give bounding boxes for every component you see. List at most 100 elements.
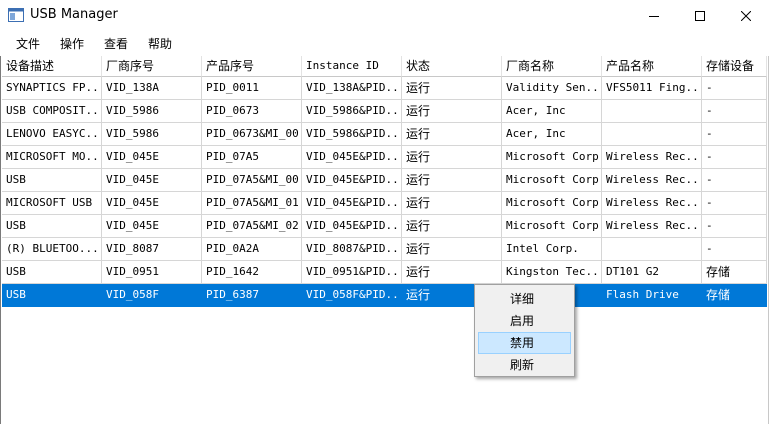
cell-product-name: [602, 238, 702, 261]
cell-vendor-name: Acer, Inc: [502, 100, 602, 123]
menu-bar: 文件 操作 查看 帮助: [0, 32, 769, 54]
cell-device-description: USB: [2, 215, 102, 238]
title-bar: USB Manager: [0, 0, 769, 31]
cell-product-id: PID_0011: [202, 77, 302, 100]
cell-vendor-name: Kingston Tec...: [502, 261, 602, 284]
cell-device-description: USB: [2, 284, 102, 307]
cell-product-id: PID_07A5&MI_00: [202, 169, 302, 192]
cell-product-name: Wireless Rec...: [602, 169, 702, 192]
cell-storage-device: -: [702, 146, 767, 169]
cell-vendor-id: VID_045E: [102, 146, 202, 169]
column-header-status[interactable]: 状态: [402, 56, 502, 77]
maximize-icon: [695, 10, 705, 21]
menu-help[interactable]: 帮助: [148, 35, 172, 52]
cell-storage-device: -: [702, 169, 767, 192]
close-icon: [741, 10, 751, 21]
cell-device-description: SYNAPTICS FP...: [2, 77, 102, 100]
context-menu: 详细 启用 禁用 刷新: [474, 284, 575, 377]
cell-device-description: USB COMPOSIT...: [2, 100, 102, 123]
cell-device-description: MICROSOFT MO...: [2, 146, 102, 169]
cell-storage-device: 存储: [702, 261, 767, 284]
menu-view[interactable]: 查看: [104, 35, 128, 52]
cell-vendor-name: Intel Corp.: [502, 238, 602, 261]
cell-storage-device: 存储: [702, 284, 767, 307]
table-row[interactable]: SYNAPTICS FP... VID_138A PID_0011 VID_138A&…: [2, 77, 767, 100]
cell-storage-device: -: [702, 192, 767, 215]
table-row[interactable]: (R) BLUETOO... VID_8087 PID_0A2A VID_8087&P…: [2, 238, 767, 261]
table-row[interactable]: MICROSOFT MO... VID_045E PID_07A5 VID_045E&…: [2, 146, 767, 169]
cell-vendor-id: VID_8087: [102, 238, 202, 261]
cell-instance-id: VID_045E&PID...: [302, 169, 402, 192]
cell-product-id: PID_0673: [202, 100, 302, 123]
minimize-button[interactable]: [631, 0, 677, 31]
device-grid[interactable]: 设备描述 厂商序号 产品序号 Instance ID 状态 厂商名称 产品名称 存储设备 SY…: [0, 56, 769, 424]
cell-status: 运行: [402, 192, 502, 215]
column-header-vendor-name[interactable]: 厂商名称: [502, 56, 602, 77]
cell-product-id: PID_6387: [202, 284, 302, 307]
column-header-instance-id[interactable]: Instance ID: [302, 56, 402, 77]
cell-device-description: USB: [2, 169, 102, 192]
column-header-device-description[interactable]: 设备描述: [2, 56, 102, 77]
cell-instance-id: VID_045E&PID...: [302, 215, 402, 238]
context-item-enable[interactable]: 启用: [478, 310, 571, 332]
close-button[interactable]: [723, 0, 769, 31]
column-header-product-id[interactable]: 产品序号: [202, 56, 302, 77]
window-title: USB Manager: [30, 7, 118, 22]
cell-instance-id: VID_045E&PID...: [302, 192, 402, 215]
cell-vendor-id: VID_045E: [102, 192, 202, 215]
cell-product-name: Flash Drive: [602, 284, 702, 307]
column-header-storage-device[interactable]: 存储设备: [702, 56, 767, 77]
cell-vendor-id: VID_058F: [102, 284, 202, 307]
cell-device-description: (R) BLUETOO...: [2, 238, 102, 261]
cell-vendor-name: Microsoft Corp.: [502, 169, 602, 192]
table-row[interactable]: USB COMPOSIT... VID_5986 PID_0673 VID_5986&…: [2, 100, 767, 123]
cell-product-name: DT101 G2: [602, 261, 702, 284]
cell-product-name: Wireless Rec...: [602, 146, 702, 169]
app-icon: [8, 8, 24, 22]
menu-action[interactable]: 操作: [60, 35, 84, 52]
table-row[interactable]: LENOVO EASYC... VID_5986 PID_0673&MI_00 VID…: [2, 123, 767, 146]
cell-vendor-name: Microsoft Corp.: [502, 215, 602, 238]
table-row[interactable]: USB VID_045E PID_07A5&MI_00 VID_045E&PID...…: [2, 169, 767, 192]
cell-storage-device: -: [702, 77, 767, 100]
cell-storage-device: -: [702, 238, 767, 261]
cell-product-id: PID_07A5&MI_01: [202, 192, 302, 215]
cell-status: 运行: [402, 169, 502, 192]
cell-product-name: Wireless Rec...: [602, 215, 702, 238]
cell-vendor-name: Validity Sen...: [502, 77, 602, 100]
cell-device-description: USB: [2, 261, 102, 284]
cell-product-id: PID_0A2A: [202, 238, 302, 261]
menu-file[interactable]: 文件: [16, 35, 40, 52]
cell-instance-id: VID_138A&PID...: [302, 77, 402, 100]
maximize-button[interactable]: [677, 0, 723, 31]
table-row[interactable]: USB VID_0951 PID_1642 VID_0951&PID... 运行 King…: [2, 261, 767, 284]
table-row[interactable]: USB VID_045E PID_07A5&MI_02 VID_045E&PID...…: [2, 215, 767, 238]
cell-instance-id: VID_5986&PID...: [302, 100, 402, 123]
cell-status: 运行: [402, 215, 502, 238]
cell-vendor-id: VID_045E: [102, 215, 202, 238]
cell-instance-id: VID_8087&PID...: [302, 238, 402, 261]
cell-product-name: [602, 100, 702, 123]
table-row[interactable]: MICROSOFT USB VID_045E PID_07A5&MI_01 VID_0…: [2, 192, 767, 215]
cell-status: 运行: [402, 146, 502, 169]
grid-header: 设备描述 厂商序号 产品序号 Instance ID 状态 厂商名称 产品名称 存储设备: [2, 56, 767, 79]
cell-product-id: PID_07A5: [202, 146, 302, 169]
cell-instance-id: VID_045E&PID...: [302, 146, 402, 169]
cell-vendor-name: Microsoft Corp.: [502, 146, 602, 169]
cell-status: 运行: [402, 77, 502, 100]
cell-device-description: LENOVO EASYC...: [2, 123, 102, 146]
cell-status: 运行: [402, 100, 502, 123]
cell-product-id: PID_0673&MI_00: [202, 123, 302, 146]
cell-vendor-id: VID_045E: [102, 169, 202, 192]
context-item-disable[interactable]: 禁用: [478, 332, 571, 354]
context-item-refresh[interactable]: 刷新: [478, 354, 571, 376]
cell-vendor-name: Microsoft Corp.: [502, 192, 602, 215]
column-header-product-name[interactable]: 产品名称: [602, 56, 702, 77]
cell-storage-device: -: [702, 215, 767, 238]
cell-device-description: MICROSOFT USB: [2, 192, 102, 215]
cell-vendor-id: VID_5986: [102, 100, 202, 123]
column-header-vendor-id[interactable]: 厂商序号: [102, 56, 202, 77]
table-row[interactable]: USB VID_058F PID_6387 VID_058F&PID... 运行 Flas…: [2, 284, 767, 307]
context-item-details[interactable]: 详细: [478, 288, 571, 310]
minimize-icon: [649, 15, 659, 17]
